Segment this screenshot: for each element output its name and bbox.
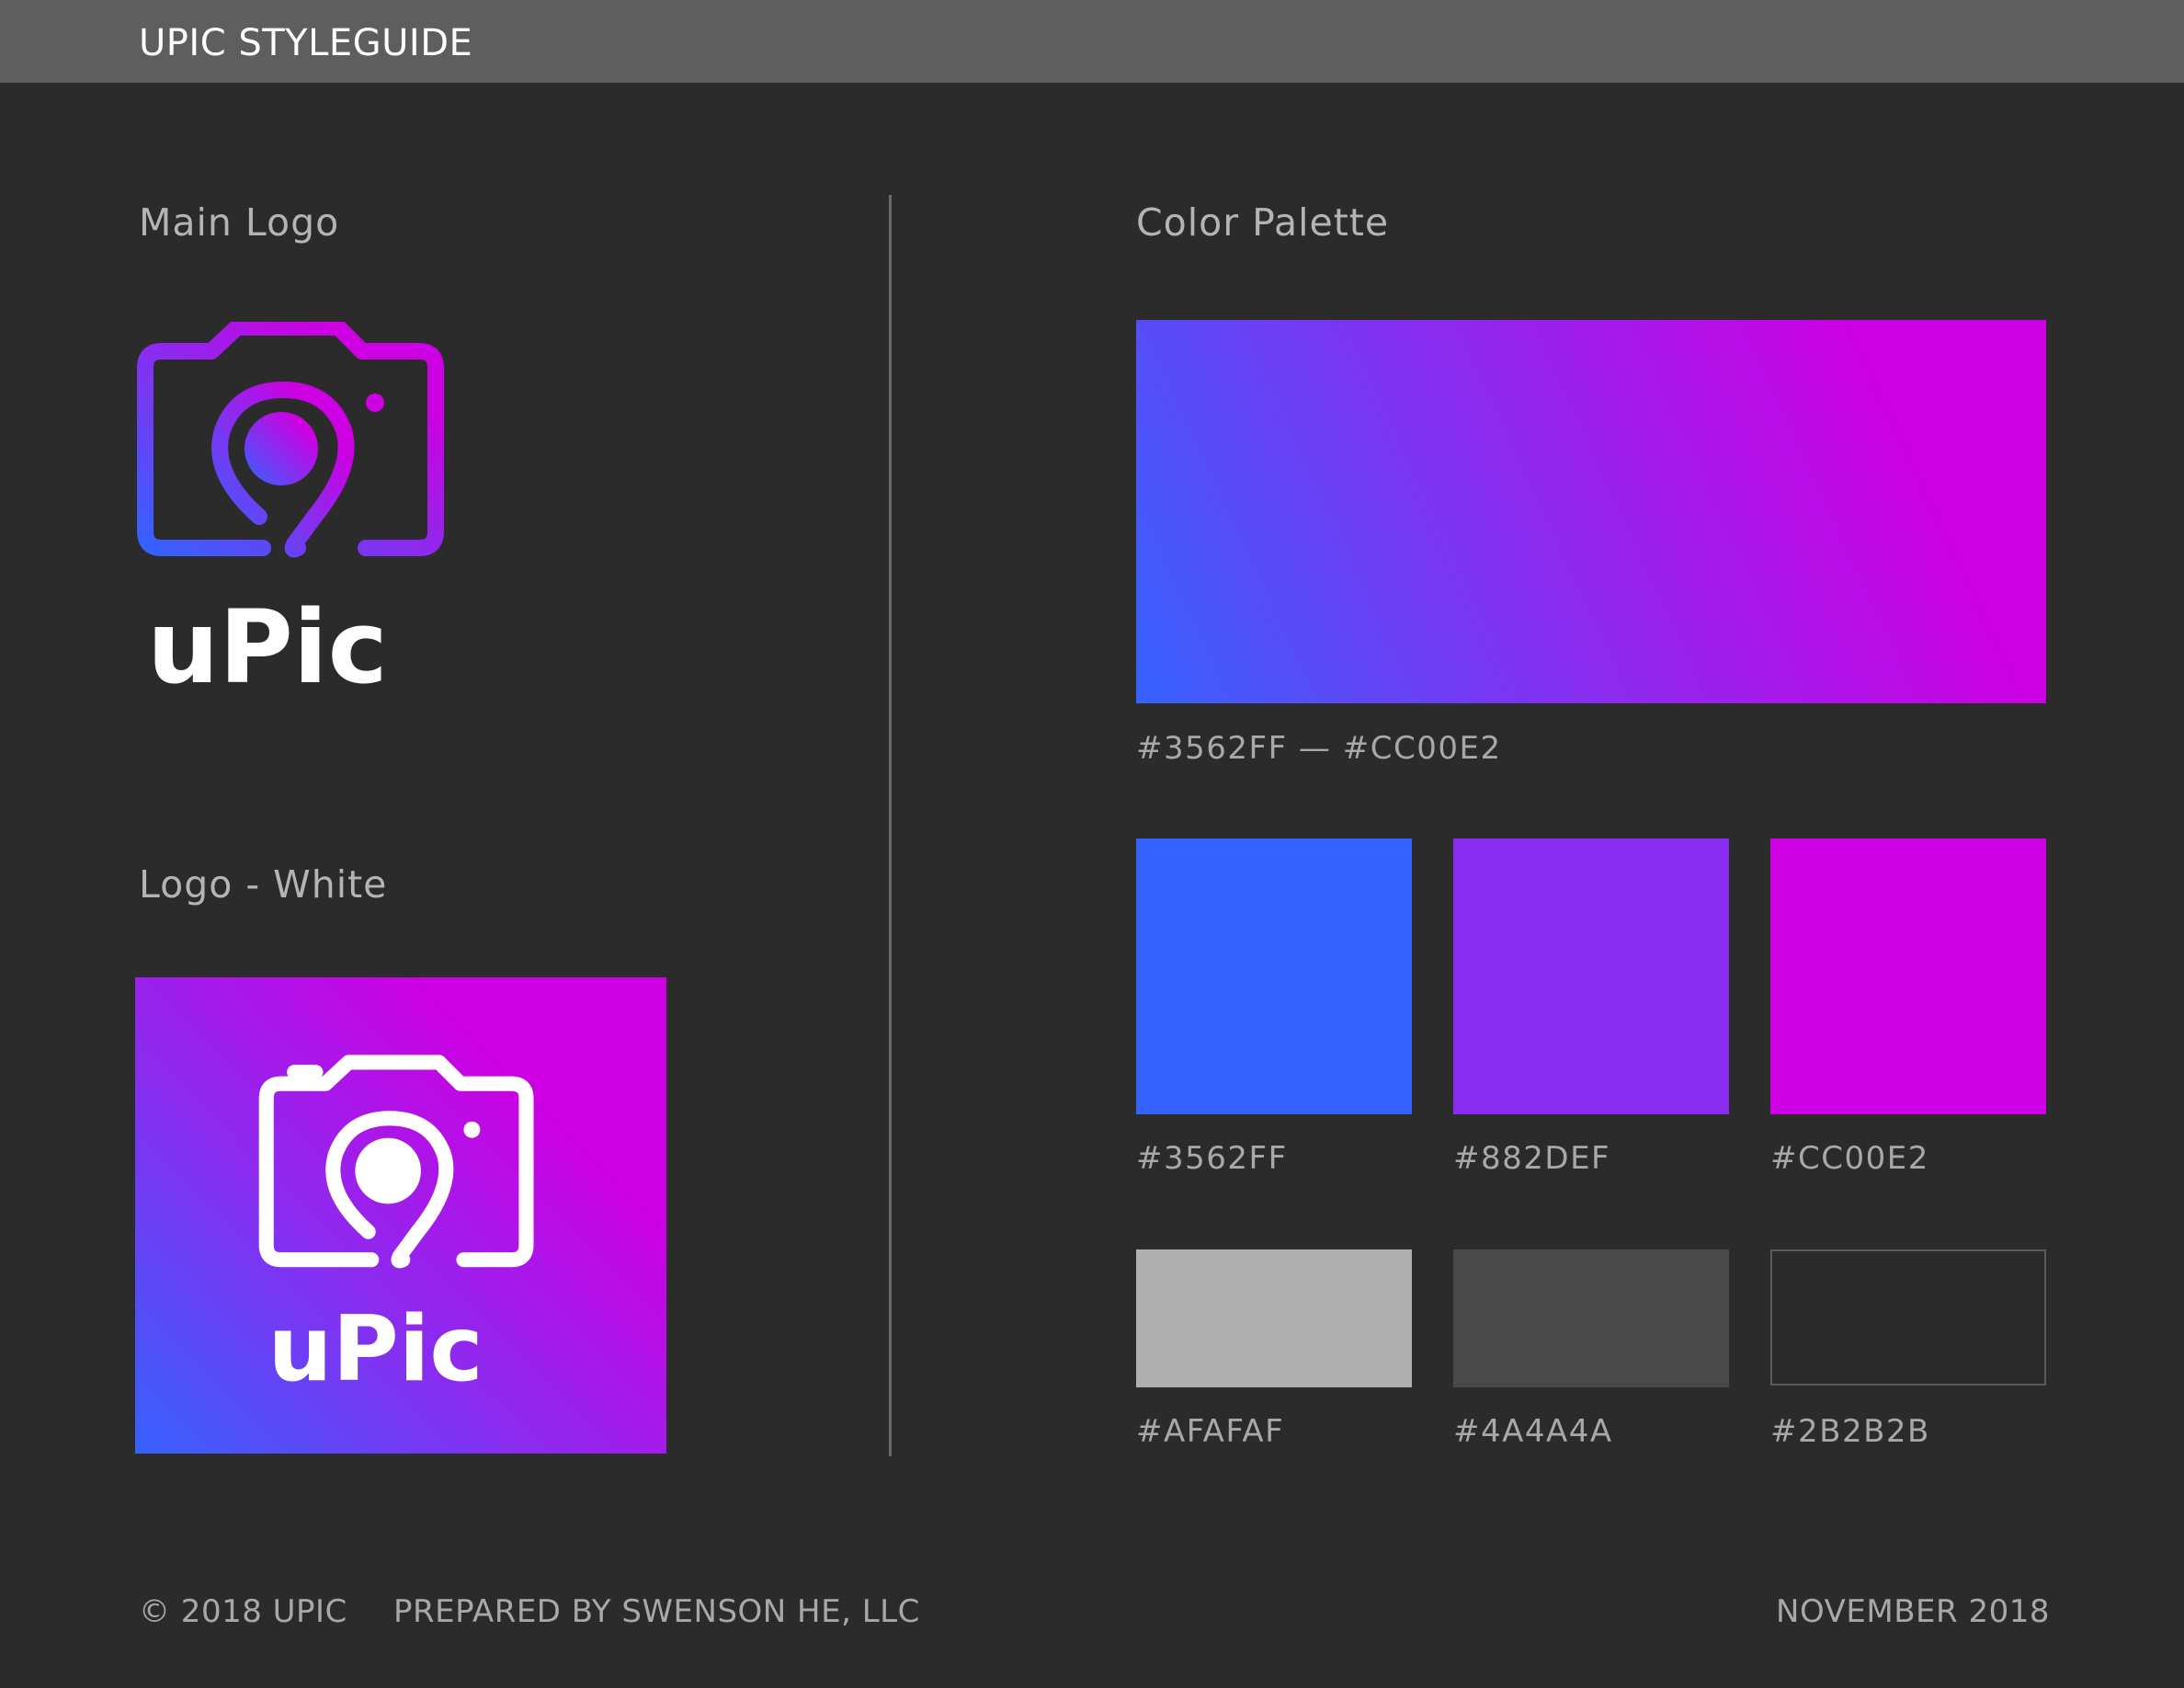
swatch-label: #4A4A4A [1453, 1413, 1613, 1450]
upic-logo-white: uPic [258, 1055, 534, 1396]
footer-prepared-by: PREPARED BY SWENSON HE, LLC [393, 1593, 920, 1630]
swatch-primary-purple [1453, 838, 1729, 1114]
main-logo-heading: Main Logo [139, 200, 340, 245]
white-logo-card: uPic [135, 977, 666, 1454]
swatch-primary-blue [1136, 838, 1412, 1114]
swatch-neutral-light [1136, 1249, 1412, 1387]
swatch-label: #3562FF [1136, 1140, 1288, 1177]
color-palette-heading: Color Palette [1136, 200, 1390, 245]
footer-date: NOVEMBER 2018 [1776, 1593, 2050, 1630]
column-divider [889, 195, 892, 1456]
swatch-label: #AFAFAF [1136, 1413, 1285, 1450]
swatch-neutral-dark [1453, 1249, 1729, 1387]
gradient-swatch [1136, 320, 2046, 703]
swatch-label: #2B2B2B [1770, 1413, 1930, 1450]
swatch-label: #CC00E2 [1770, 1140, 1929, 1177]
page-title: UPIC STYLEGUIDE [139, 22, 473, 64]
swatch-neutral-background [1770, 1249, 2046, 1386]
swatch-primary-magenta [1770, 838, 2046, 1114]
upic-wordmark: uPic [147, 588, 388, 690]
header-bar: UPIC STYLEGUIDE [0, 0, 2184, 83]
footer-copyright: © 2018 UPIC [139, 1593, 347, 1630]
swatch-label: #882DEF [1453, 1140, 1611, 1177]
logo-white-heading: Logo - White [139, 862, 388, 907]
upic-wordmark: uPic [268, 1297, 483, 1396]
upic-logo-gradient: uPic [137, 322, 444, 690]
gradient-hex-label: #3562FF — #CC00E2 [1136, 730, 1502, 767]
